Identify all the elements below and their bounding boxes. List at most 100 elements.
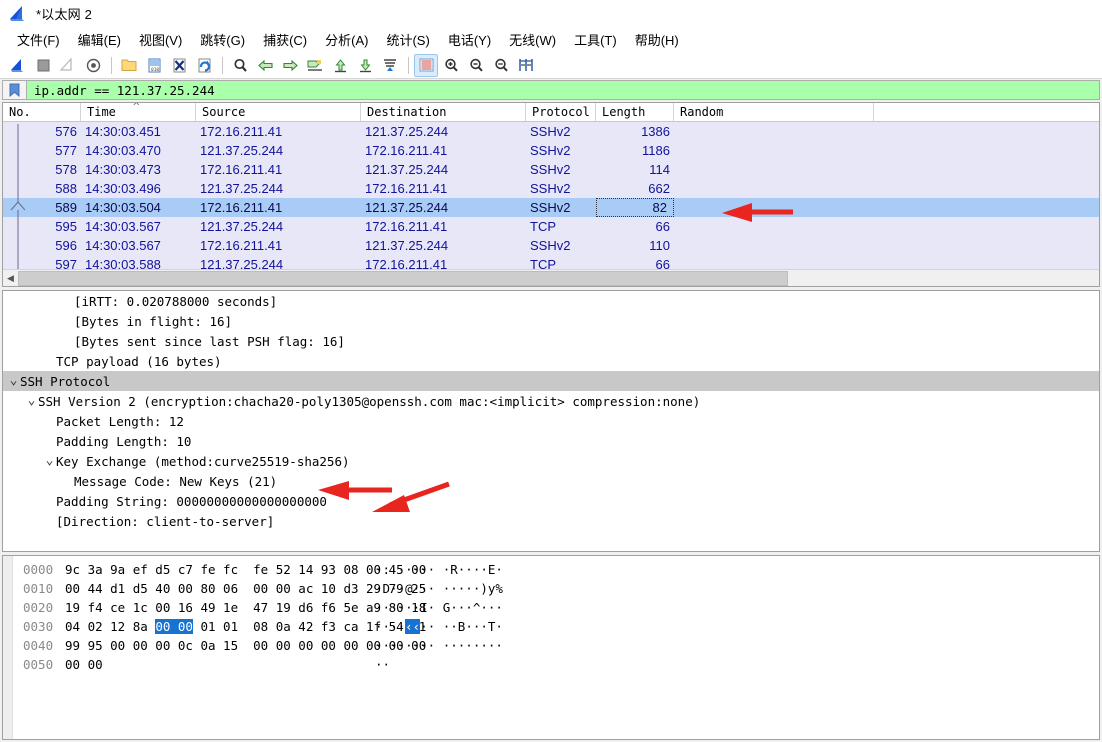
scrollbar-track[interactable] bbox=[788, 270, 1099, 286]
go-forward-arrow-icon[interactable] bbox=[278, 54, 302, 77]
hex-offset: 0020 bbox=[23, 600, 54, 615]
column-header-random[interactable]: Random bbox=[674, 103, 874, 121]
hex-line-0030[interactable]: 0030 04 02 12 8a 00 00 01 01 08 0a 42 f3 … bbox=[13, 617, 1099, 636]
packet-row-577-length: 1186 bbox=[642, 143, 670, 158]
packet-list-horizontal-scrollbar[interactable]: ◀ bbox=[3, 269, 1099, 286]
menu-tools[interactable]: 工具(T) bbox=[565, 28, 626, 52]
resize-columns-icon[interactable] bbox=[514, 54, 538, 77]
wireshark-shark-fin-icon bbox=[10, 5, 24, 21]
packet-row-589-source: 172.16.211.41 bbox=[200, 200, 283, 215]
menu-analyze[interactable]: 分析(A) bbox=[316, 28, 377, 52]
zoom-in-icon[interactable] bbox=[439, 54, 463, 77]
column-header-destination[interactable]: Destination bbox=[361, 103, 526, 121]
column-header-no[interactable]: No. bbox=[3, 103, 81, 121]
column-header-length[interactable]: Length bbox=[596, 103, 674, 121]
detail-key-exchange[interactable]: ⌄ Key Exchange (method:curve25519-sha256) bbox=[3, 451, 1099, 471]
packet-row-596-time: 14:30:03.567 bbox=[85, 238, 161, 253]
auto-scroll-icon[interactable] bbox=[378, 54, 402, 77]
hex-offset: 0010 bbox=[23, 581, 54, 596]
detail-padding-length[interactable]: Padding Length: 10 bbox=[3, 431, 1099, 451]
scrollbar-thumb[interactable] bbox=[18, 270, 788, 286]
hex-line-0000[interactable]: 0000 9c 3a 9a ef d5 c7 fe fc fe 52 14 93 … bbox=[13, 560, 1099, 579]
detail-ssh-protocol[interactable]: ⌄ SSH Protocol bbox=[3, 371, 1099, 391]
packet-row-589-dest: 121.37.25.244 bbox=[365, 200, 449, 215]
reload-file-icon[interactable] bbox=[192, 54, 216, 77]
hex-ascii: ·· bbox=[375, 657, 391, 672]
hex-line-0040[interactable]: 0040 99 95 00 00 00 0c 0a 15 00 00 00 00 … bbox=[13, 636, 1099, 655]
packet-list-rows: 576 14:30:03.451 172.16.211.41 121.37.25.24… bbox=[3, 122, 1099, 274]
toolbar-separator-3 bbox=[408, 56, 409, 74]
packet-list-body[interactable]: 576 14:30:03.451 172.16.211.41 121.37.25.24… bbox=[3, 122, 1099, 286]
column-header-time[interactable]: Time ^ bbox=[81, 103, 196, 121]
detail-message-code[interactable]: Message Code: New Keys (21) bbox=[3, 471, 1099, 491]
colorize-packets-icon[interactable] bbox=[414, 53, 438, 77]
start-capture-shark-icon[interactable] bbox=[6, 54, 30, 77]
zoom-out-icon[interactable] bbox=[464, 54, 488, 77]
filter-bookmark-icon[interactable] bbox=[2, 80, 26, 100]
menu-wireless[interactable]: 无线(W) bbox=[500, 28, 565, 52]
packet-bytes-pane[interactable]: 0000 9c 3a 9a ef d5 c7 fe fc fe 52 14 93 … bbox=[2, 555, 1100, 740]
hex-ascii: ········ ········ bbox=[375, 638, 503, 653]
toolbar-separator-1 bbox=[111, 56, 112, 74]
packet-bytes-hexdump: 0000 9c 3a 9a ef d5 c7 fe fc fe 52 14 93 … bbox=[13, 556, 1099, 739]
close-file-x-icon[interactable] bbox=[167, 54, 191, 77]
packet-row-576-no: 576 bbox=[55, 124, 77, 139]
open-file-folder-icon[interactable] bbox=[117, 54, 141, 77]
detail-packet-length[interactable]: Packet Length: 12 bbox=[3, 411, 1099, 431]
packet-row-577[interactable]: 577 14:30:03.470 121.37.25.244 172.16.211.4… bbox=[3, 141, 1099, 160]
detail-tcp-payload[interactable]: TCP payload (16 bytes) bbox=[3, 351, 1099, 371]
packet-row-589[interactable]: 589 14:30:03.504 172.16.211.41 121.37.25.24… bbox=[3, 198, 1099, 217]
detail-label: [Direction: client-to-server] bbox=[56, 513, 275, 529]
column-header-protocol[interactable]: Protocol bbox=[526, 103, 596, 121]
menu-go[interactable]: 跳转(G) bbox=[191, 28, 254, 52]
column-header-source[interactable]: Source bbox=[196, 103, 361, 121]
packet-row-596[interactable]: 596 14:30:03.567 172.16.211.41 121.37.25.24… bbox=[3, 236, 1099, 255]
menu-file[interactable]: 文件(F) bbox=[8, 28, 69, 52]
stop-capture-square-icon[interactable] bbox=[31, 54, 55, 77]
packet-row-589-length: 82 bbox=[596, 198, 674, 217]
packet-row-578-protocol: SSHv2 bbox=[530, 162, 571, 177]
go-to-last-packet-icon[interactable] bbox=[353, 54, 377, 77]
packet-row-588-time: 14:30:03.496 bbox=[85, 181, 161, 196]
detail-label: [Bytes sent since last PSH flag: 16] bbox=[74, 333, 345, 349]
display-filter-bar: ip.addr == 121.37.25.244 bbox=[0, 79, 1102, 101]
go-back-arrow-icon[interactable] bbox=[253, 54, 277, 77]
expand-collapse-chevron-icon[interactable]: ⌄ bbox=[43, 454, 56, 467]
menu-help[interactable]: 帮助(H) bbox=[626, 28, 688, 52]
menu-telephony[interactable]: 电话(Y) bbox=[439, 28, 500, 52]
packet-row-595[interactable]: 595 14:30:03.567 121.37.25.244 172.16.211.4… bbox=[3, 217, 1099, 236]
main-toolbar: 010 bbox=[0, 52, 1102, 79]
packet-row-576[interactable]: 576 14:30:03.451 172.16.211.41 121.37.25.24… bbox=[3, 122, 1099, 141]
detail-bytes-in-flight[interactable]: [Bytes in flight: 16] bbox=[3, 311, 1099, 331]
save-file-icon[interactable]: 010 bbox=[142, 54, 166, 77]
menu-edit[interactable]: 编辑(E) bbox=[69, 28, 130, 52]
packet-details-pane[interactable]: [iRTT: 0.020788000 seconds] [Bytes in fli… bbox=[2, 290, 1100, 552]
detail-bytes-sent-since-psh[interactable]: [Bytes sent since last PSH flag: 16] bbox=[3, 331, 1099, 351]
find-packet-magnifier-icon[interactable] bbox=[228, 54, 252, 77]
detail-ssh-version-2[interactable]: ⌄ SSH Version 2 (encryption:chacha20-poly… bbox=[3, 391, 1099, 411]
menu-capture[interactable]: 捕获(C) bbox=[254, 28, 316, 52]
toolbar-separator-2 bbox=[222, 56, 223, 74]
scroll-left-arrow-icon[interactable]: ◀ bbox=[3, 271, 18, 286]
detail-label: Packet Length: 12 bbox=[56, 413, 184, 429]
detail-padding-string[interactable]: Padding String: 00000000000000000000 bbox=[3, 491, 1099, 511]
go-to-packet-icon[interactable] bbox=[303, 54, 327, 77]
packet-row-596-dest: 121.37.25.244 bbox=[365, 238, 449, 253]
title-bar: *以太网 2 bbox=[0, 0, 1102, 28]
expand-collapse-chevron-icon[interactable]: ⌄ bbox=[7, 374, 20, 387]
go-to-first-packet-icon[interactable] bbox=[328, 54, 352, 77]
display-filter-input[interactable]: ip.addr == 121.37.25.244 bbox=[26, 80, 1100, 100]
detail-direction[interactable]: [Direction: client-to-server] bbox=[3, 511, 1099, 531]
packet-row-578[interactable]: 578 14:30:03.473 172.16.211.41 121.37.25.24… bbox=[3, 160, 1099, 179]
menu-view[interactable]: 视图(V) bbox=[130, 28, 191, 52]
packet-row-588[interactable]: 588 14:30:03.496 121.37.25.244 172.16.211.4… bbox=[3, 179, 1099, 198]
hex-line-0050[interactable]: 0050 00 00 ·· bbox=[13, 655, 1099, 674]
detail-irtt[interactable]: [iRTT: 0.020788000 seconds] bbox=[3, 291, 1099, 311]
normal-size-icon[interactable] bbox=[489, 54, 513, 77]
detail-label: Key Exchange (method:curve25519-sha256) bbox=[56, 453, 350, 469]
menu-statistics[interactable]: 统计(S) bbox=[377, 28, 438, 52]
expand-collapse-chevron-icon[interactable]: ⌄ bbox=[25, 394, 38, 407]
packet-row-577-dest: 172.16.211.41 bbox=[365, 143, 448, 158]
hex-line-0020[interactable]: 0020 19 f4 ce 1c 00 16 49 1e 47 19 d6 f6 … bbox=[13, 598, 1099, 617]
hex-line-0010[interactable]: 0010 00 44 d1 d5 40 00 80 06 00 00 ac 10 … bbox=[13, 579, 1099, 598]
